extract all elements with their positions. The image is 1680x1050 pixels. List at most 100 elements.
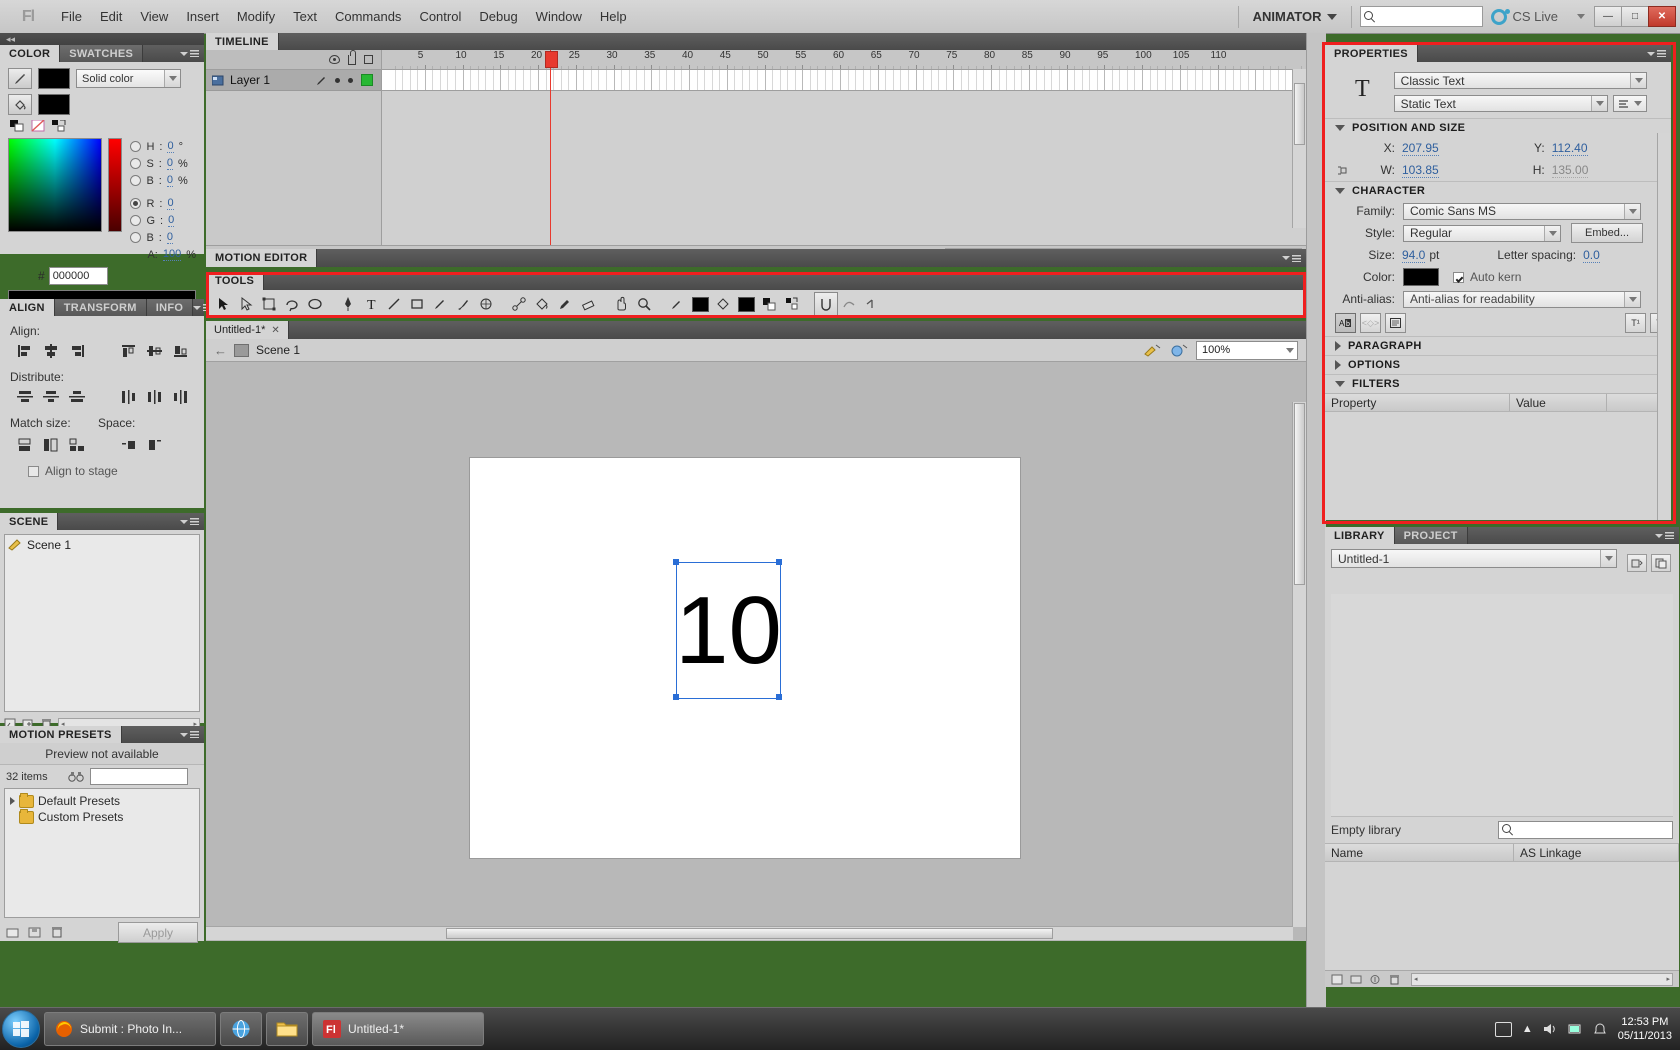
stage-area[interactable]: 10 [206, 362, 1306, 940]
channel-h[interactable]: H:0° [130, 138, 196, 155]
snap-to-objects-button[interactable] [814, 292, 838, 316]
subselection-tool[interactable] [235, 293, 257, 315]
w-value[interactable]: 103.85 [1402, 163, 1439, 178]
line-tool[interactable] [383, 293, 405, 315]
selection-handle-bl[interactable] [673, 694, 679, 700]
fill-type-dropdown[interactable]: Solid color [76, 69, 181, 88]
save-preset-icon[interactable] [28, 926, 42, 939]
match-width-button[interactable] [14, 435, 36, 455]
timeline-frame-strip[interactable] [382, 70, 1306, 91]
text-object-selection[interactable]: 10 [676, 562, 781, 699]
timeline-frame-cell[interactable] [1127, 70, 1128, 90]
scene-list[interactable]: Scene 1 [4, 534, 200, 712]
align-top-edge-button[interactable] [118, 341, 140, 361]
timeline-frame-cell[interactable] [1142, 70, 1143, 90]
timeline-frame-cell[interactable] [1119, 70, 1120, 90]
timeline-frame-cell[interactable] [470, 70, 471, 90]
menu-text[interactable]: Text [284, 5, 326, 28]
oval-primitive-tool[interactable] [304, 293, 326, 315]
new-library-panel-button[interactable] [1651, 554, 1671, 572]
h-value[interactable]: 135.00 [1552, 163, 1589, 178]
distribute-horizontal-center-button[interactable] [144, 387, 166, 407]
show-hidden-icons-button[interactable]: ▲ [1522, 1023, 1533, 1035]
channel-b-blue[interactable]: B:0 [130, 229, 196, 246]
motion-presets-menu-button[interactable] [180, 726, 204, 743]
lasso-tool[interactable] [281, 293, 303, 315]
tab-properties[interactable]: PROPERTIES [1325, 45, 1418, 62]
lock-dot-icon[interactable] [348, 78, 353, 83]
black-white-button[interactable] [758, 293, 780, 315]
font-family-dropdown[interactable]: Comic Sans MS [1403, 203, 1641, 220]
fill-color-tool[interactable] [8, 94, 32, 115]
pen-tool[interactable] [337, 293, 359, 315]
timeline-frame-cell[interactable] [908, 70, 909, 90]
menu-control[interactable]: Control [410, 5, 470, 28]
close-icon[interactable]: ✕ [271, 325, 279, 336]
timeline-frame-cell[interactable] [712, 70, 713, 90]
display-icon[interactable] [1495, 1022, 1512, 1037]
library-menu-button[interactable] [1655, 527, 1679, 544]
timeline-frame-cell[interactable] [697, 70, 698, 90]
timeline-frame-cell[interactable] [802, 70, 803, 90]
timeline-frame-cell[interactable] [636, 70, 637, 90]
timeline-frame-cell[interactable] [568, 70, 569, 90]
timeline-frame-cell[interactable] [659, 70, 660, 90]
timeline-frame-cell[interactable] [787, 70, 788, 90]
apply-button[interactable]: Apply [118, 922, 198, 943]
zoom-level-dropdown[interactable]: 100% [1196, 341, 1298, 360]
selection-handle-br[interactable] [776, 694, 782, 700]
volume-icon[interactable] [1543, 1022, 1558, 1036]
timeline-frame-cell[interactable] [848, 70, 849, 90]
menu-insert[interactable]: Insert [177, 5, 228, 28]
cs-live-button[interactable]: CS Live [1491, 9, 1585, 25]
taskbar-item-browser[interactable] [220, 1012, 262, 1046]
timeline-frame-cell[interactable] [817, 70, 818, 90]
binoculars-icon[interactable] [68, 771, 84, 783]
timeline-frame-cell[interactable] [493, 70, 494, 90]
taskbar-item-flash[interactable]: Fl Untitled-1* [312, 1012, 484, 1046]
filters-col-value[interactable]: Value [1510, 394, 1607, 411]
timeline-frame-cell[interactable] [500, 70, 501, 90]
render-as-html-button[interactable]: <◇> [1360, 313, 1381, 333]
timeline-frame-cell[interactable] [1134, 70, 1135, 90]
selectable-text-button[interactable]: Ab [1335, 313, 1356, 333]
text-color-swatch[interactable] [1403, 268, 1439, 286]
library-search-input[interactable] [1498, 821, 1673, 839]
menu-help[interactable]: Help [591, 5, 636, 28]
timeline-frame-cell[interactable] [1029, 70, 1030, 90]
timeline-frame-cell[interactable] [900, 70, 901, 90]
timeline-frame-cell[interactable] [1104, 70, 1105, 90]
embed-button[interactable]: Embed... [1571, 223, 1643, 243]
align-vertical-center-button[interactable] [144, 341, 166, 361]
timeline-frame-cell[interactable] [1044, 70, 1045, 90]
workspace-switcher[interactable]: ANIMATOR [1247, 7, 1344, 26]
distribute-bottom-edge-button[interactable] [66, 387, 88, 407]
network-icon[interactable] [1568, 1022, 1583, 1036]
timeline-frame-cell[interactable] [878, 70, 879, 90]
timeline-frame-cell[interactable] [553, 70, 554, 90]
timeline-frame-cell[interactable] [1059, 70, 1060, 90]
auto-kern-checkbox[interactable] [1453, 272, 1464, 283]
timeline-frame-cell[interactable] [1074, 70, 1075, 90]
hand-tool[interactable] [610, 293, 632, 315]
font-size-value[interactable]: 94.0 [1402, 248, 1425, 263]
channel-r[interactable]: R:0 [130, 195, 196, 212]
text-type-dropdown[interactable]: Static Text [1394, 95, 1608, 112]
selection-tool[interactable] [212, 293, 234, 315]
timeline-frame-cell[interactable] [772, 70, 773, 90]
menu-modify[interactable]: Modify [228, 5, 284, 28]
timeline-frame-cell[interactable] [1006, 70, 1007, 90]
timeline-frame-cell[interactable] [734, 70, 735, 90]
fill-color-swatch[interactable] [38, 94, 70, 115]
timeline-frame-cell[interactable] [644, 70, 645, 90]
timeline-frame-cell[interactable] [840, 70, 841, 90]
timeline-frame-cell[interactable] [968, 70, 969, 90]
swap-colors-button[interactable] [781, 293, 803, 315]
timeline-frame-cell[interactable] [885, 70, 886, 90]
pencil-tool[interactable] [429, 293, 451, 315]
tab-swatches[interactable]: SWATCHES [60, 45, 143, 62]
action-center-icon[interactable] [1593, 1022, 1608, 1036]
hue-slider[interactable] [108, 138, 122, 232]
menu-commands[interactable]: Commands [326, 5, 410, 28]
eyedropper-tool[interactable] [554, 293, 576, 315]
